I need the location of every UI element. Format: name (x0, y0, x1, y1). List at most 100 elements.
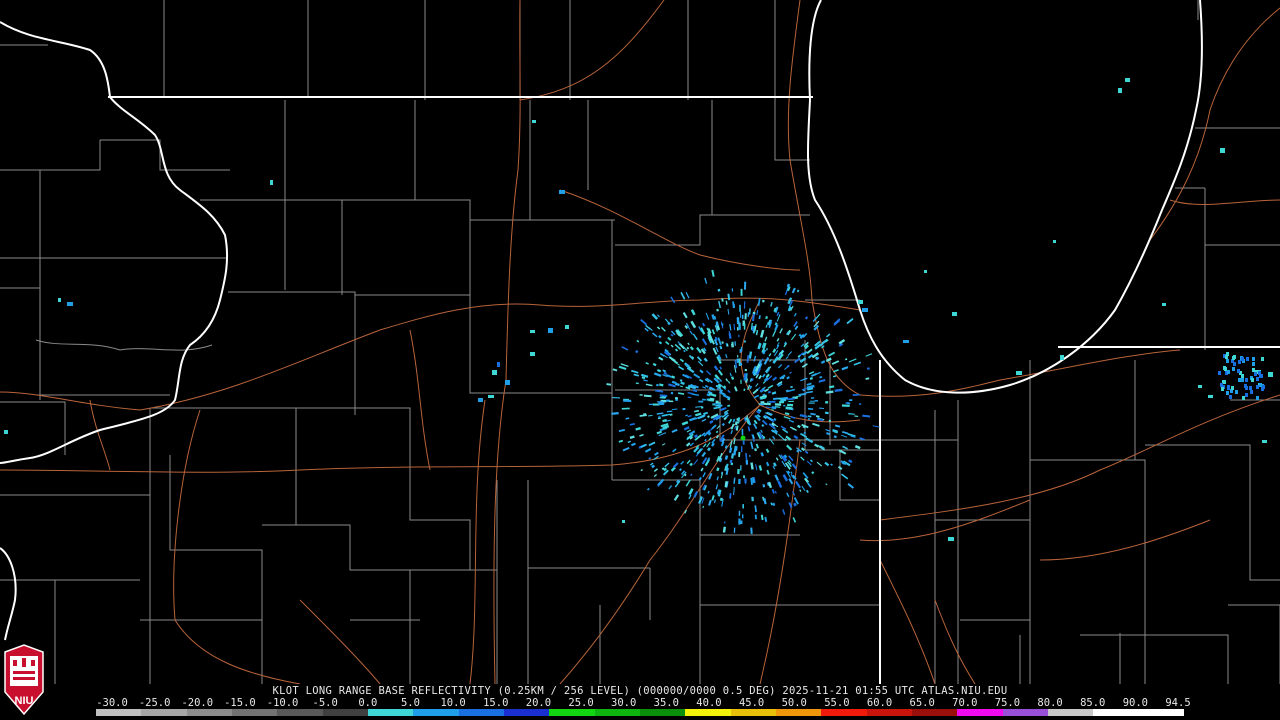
echo-pixel (687, 415, 692, 418)
echo-pixel (658, 341, 663, 345)
echo-pixel (771, 406, 777, 410)
echo-pixel (854, 415, 859, 417)
echo-pixel (1226, 359, 1229, 363)
legend-label: 90.0 (1122, 697, 1149, 709)
echo-pixel (785, 406, 793, 410)
echo-pixel (1125, 78, 1130, 82)
echo-pixel (1235, 390, 1238, 394)
legend-color-segment (1047, 709, 1094, 716)
echo-pixel (643, 379, 648, 382)
echo-pixel (772, 397, 779, 401)
echo-pixel (622, 520, 625, 523)
echo-pixel (1227, 386, 1230, 390)
echo-pixel (760, 452, 765, 457)
echo-pixel (764, 516, 768, 522)
echo-pixel (656, 412, 664, 415)
echo-pixel (771, 391, 777, 395)
echo-pixel (695, 406, 703, 408)
echo-pixel (648, 457, 652, 460)
echo-pixel (702, 322, 706, 327)
echo-pixel (651, 464, 656, 469)
echo-pixel (832, 429, 839, 433)
echo-pixel (854, 445, 861, 450)
echo-pixel (751, 378, 754, 382)
echo-pixel (828, 385, 835, 389)
echo-pixel (530, 330, 535, 333)
echo-pixel (1220, 148, 1225, 153)
echo-pixel (1256, 385, 1259, 389)
echo-pixel (765, 461, 770, 467)
echo-pixel (830, 463, 833, 467)
echo-pixel (1229, 395, 1232, 399)
echo-pixel (745, 452, 748, 461)
echo-pixel (709, 420, 714, 424)
echo-pixel (1016, 371, 1022, 375)
echo-pixel (756, 309, 759, 316)
echo-pixel (4, 430, 8, 434)
echo-pixel (270, 180, 273, 185)
echo-pixel (784, 412, 790, 416)
echo-pixel (1232, 367, 1235, 371)
echo-pixel (641, 376, 646, 380)
legend-label: 25.0 (568, 697, 594, 709)
echo-pixel (1238, 360, 1241, 364)
echo-pixel (772, 502, 776, 507)
legend-color-segment (775, 709, 822, 716)
echo-pixel (755, 329, 759, 336)
echo-pixel (797, 424, 801, 429)
echo-pixel (794, 435, 798, 439)
echo-pixel (734, 446, 738, 451)
echo-pixel (750, 462, 754, 470)
echo-pixel (809, 376, 813, 380)
echo-pixel (652, 362, 657, 367)
echo-pixel (865, 377, 870, 380)
legend-color-segment (141, 709, 187, 716)
echo-pixel (763, 498, 767, 505)
legend-color-segment (503, 709, 550, 716)
echo-pixel (689, 462, 693, 467)
echo-pixel (677, 392, 685, 395)
echo-pixel (727, 404, 731, 407)
echo-pixel (722, 526, 726, 533)
echo-pixel (754, 505, 757, 513)
echo-pixel (639, 414, 647, 417)
echo-pixel (786, 364, 790, 368)
legend-color-segment (96, 709, 142, 716)
echo-pixel (1261, 357, 1264, 361)
echo-pixel (844, 358, 848, 361)
echo-pixel (924, 270, 927, 273)
echo-pixel (727, 293, 731, 301)
echo-pixel (804, 316, 809, 320)
echo-pixel (1241, 357, 1244, 361)
echo-pixel (711, 314, 716, 320)
echo-pixel (715, 430, 719, 434)
echo-pixel (770, 502, 773, 506)
legend-label: 60.0 (866, 697, 893, 709)
echo-pixel (1118, 88, 1122, 93)
legend-label: 55.0 (824, 697, 850, 709)
echo-pixel (707, 431, 712, 436)
echo-pixel (1227, 370, 1230, 374)
echo-pixel (1259, 383, 1262, 387)
echo-pixel (811, 471, 815, 475)
echo-pixel (848, 413, 855, 415)
echo-pixel (492, 370, 497, 375)
echo-pixel (761, 424, 765, 428)
reflectivity-color-bar (96, 709, 1184, 716)
legend-color-segment (413, 709, 459, 716)
echo-pixel (733, 477, 736, 484)
echo-pixel (716, 489, 720, 495)
echo-pixel (635, 382, 639, 385)
echo-pixel (721, 341, 724, 344)
echo-pixel (786, 283, 791, 288)
echo-pixel (663, 467, 668, 472)
echo-pixel (1245, 393, 1248, 397)
echo-pixel (1242, 396, 1245, 400)
legend-color-segment (231, 709, 278, 716)
echo-pixel (765, 316, 768, 320)
echo-pixel (1231, 386, 1234, 390)
echo-pixel (1256, 396, 1259, 400)
legend-color-segment (277, 709, 323, 716)
echo-pixel (833, 435, 837, 439)
echo-pixel (1252, 357, 1255, 361)
